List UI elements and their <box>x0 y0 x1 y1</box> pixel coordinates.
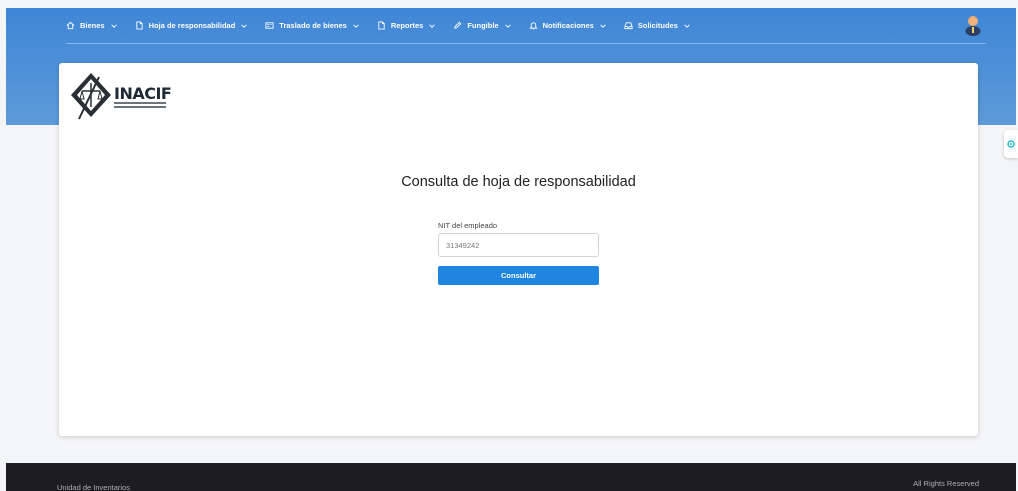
card-icon <box>265 22 274 29</box>
gear-icon <box>1007 140 1015 148</box>
nav-fungible[interactable]: Fungible <box>453 21 511 30</box>
settings-side-tab[interactable] <box>1004 130 1018 158</box>
consultar-button[interactable]: Consultar <box>438 266 599 285</box>
chevron-down-icon <box>241 23 248 28</box>
main-card: INACIF Consulta de hoja de responsabilid… <box>59 63 978 436</box>
nit-label: NIT del empleado <box>438 221 498 230</box>
nav-notificaciones-label: Notificaciones <box>542 21 594 30</box>
chevron-down-icon <box>504 23 511 28</box>
file-icon <box>135 21 143 30</box>
nav-bienes-label: Bienes <box>80 21 105 30</box>
page-title: Consulta de hoja de responsabilidad <box>401 174 636 190</box>
footer-rights-text: All Rights Reserved <box>913 479 979 488</box>
file-icon <box>378 21 385 30</box>
chevron-down-icon <box>429 23 436 28</box>
nav-traslado-bienes[interactable]: Traslado de bienes <box>265 21 360 30</box>
inbox-icon <box>624 22 633 30</box>
nav-fungible-label: Fungible <box>467 21 499 30</box>
chevron-down-icon <box>353 23 359 28</box>
nav-reportes-label: Reportes <box>390 21 424 30</box>
nav-bienes[interactable]: Bienes <box>66 21 118 30</box>
nav-reportes[interactable]: Reportes <box>377 21 437 30</box>
user-avatar-icon[interactable] <box>964 14 982 36</box>
nav-solicitudes-label: Solicitudes <box>637 21 678 30</box>
nit-input[interactable]: 31349242 <box>438 233 599 257</box>
footer-unit-text: Unidad de Inventarios <box>57 483 130 491</box>
pencil-icon <box>454 21 462 29</box>
nav-notificaciones[interactable]: Notificaciones <box>528 21 607 30</box>
nav-traslado-label: Traslado de bienes <box>279 21 347 30</box>
logo-subtitle-lines <box>114 102 166 108</box>
inacif-logo: INACIF <box>69 71 179 129</box>
chevron-down-icon <box>684 23 690 28</box>
home-icon <box>66 21 75 30</box>
scales-emblem-icon <box>71 73 111 120</box>
nav-hoja-label: Hoja de responsabilidad <box>148 21 236 30</box>
nav-solicitudes[interactable]: Solicitudes <box>624 21 691 30</box>
nav-hoja-responsabilidad[interactable]: Hoja de responsabilidad <box>135 21 249 30</box>
footer: Unidad de Inventarios All Rights Reserve… <box>6 463 1016 491</box>
chevron-down-icon <box>110 23 117 28</box>
chevron-down-icon <box>600 23 606 28</box>
logo-text: INACIF <box>114 84 172 103</box>
top-navigation: Bienes Hoja de responsabilidad Traslado … <box>66 8 986 44</box>
bell-icon <box>528 22 538 30</box>
